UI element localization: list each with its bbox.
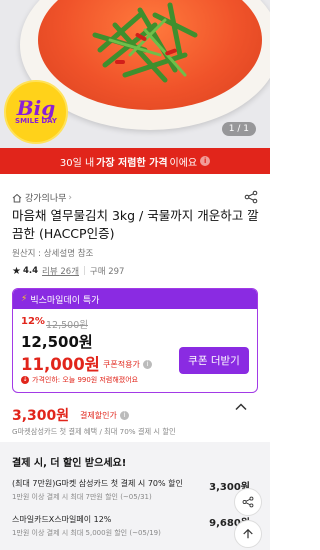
lowest-price-notice[interactable]: 30일 내 가장 저렴한 가격 이에요 i [0, 148, 270, 174]
chevron-up-icon[interactable] [234, 400, 248, 414]
seller-link[interactable]: 강가의나무 › [12, 191, 72, 204]
notice-bold: 가장 저렴한 가격 [96, 157, 168, 169]
chevron-right-icon: › [68, 192, 73, 203]
scroll-top-button[interactable] [234, 520, 262, 548]
product-title: 마음채 열무물김치 3kg / 국물까지 개운하고 깔끔한 (HACCP인증) [12, 208, 259, 241]
kimchi-greens-image [92, 2, 198, 83]
payment-benefit-panel: 결제 시, 더 할인 받으세요! (최대 7만원)G마켓 삼성카드 첫 결제 시… [0, 442, 270, 550]
benefit-row[interactable]: 스마일카드X스마일페이 12% 1만원 이상 결제 시 최대 5,000원 할인… [12, 514, 262, 538]
info-icon[interactable]: i [200, 156, 211, 166]
divider: | [83, 266, 86, 276]
get-coupon-button[interactable]: 쿠폰 더받기 [179, 347, 249, 374]
notice-suffix: 이에요 [169, 157, 198, 169]
seller-name: 강가의나무 [25, 194, 67, 204]
arrow-up-icon [243, 528, 253, 539]
purchase-count: 구매 297 [89, 267, 125, 277]
promo-header: ⚡ 빅스마일데이 특가 [13, 289, 257, 309]
lightning-icon: ⚡ [21, 294, 28, 304]
rating-score: 4.4 [22, 266, 39, 276]
share-icon [242, 496, 254, 508]
benefit-title: 결제 시, 더 할인 받으세요! [12, 458, 127, 469]
card-discount-sub: G마켓삼성카드 첫 결제 혜택 / 최대 70% 결제 시 할인 [12, 427, 176, 436]
share-icon[interactable] [244, 190, 258, 204]
rating-row[interactable]: ★ 4.4 리뷰 26개 | 구매 297 [12, 265, 125, 278]
down-arrow-icon: ↓ [21, 376, 29, 384]
discount-percent: 12% [21, 316, 45, 327]
image-pager: 1 / 1 [221, 122, 256, 136]
floating-share-button[interactable] [234, 488, 262, 516]
star-icon: ★ [12, 265, 21, 277]
coupon-price-label[interactable]: 쿠폰적용가 i [103, 359, 152, 370]
price-drop-alert: ↓ 가격인하: 오늘 990원 저렴해졌어요 [21, 376, 139, 384]
benefit-row[interactable]: (최대 7만원)G마켓 삼성카드 첫 결제 시 70% 할인 1만원 이상 결제… [12, 478, 262, 502]
info-icon[interactable]: i [142, 360, 152, 369]
promo-card: ⚡ 빅스마일데이 특가 12% 12,500원 12,500원 11,000원 … [12, 288, 258, 393]
product-origin: 원산지 : 상세설명 참조 [12, 249, 94, 259]
store-icon [12, 193, 22, 202]
original-price: 12,500원 [46, 320, 88, 331]
coupon-price: 11,000원 [21, 355, 100, 374]
review-count[interactable]: 리뷰 26개 [42, 265, 79, 277]
sale-price: 12,500원 [21, 333, 93, 351]
promo-header-label: 빅스마일데이 특가 [30, 295, 100, 306]
info-icon[interactable]: i [119, 411, 129, 420]
card-discount-price: 3,300원 [12, 408, 70, 424]
notice-prefix: 30일 내 [59, 157, 95, 169]
big-smile-day-badge: Big SMILE DAY [4, 80, 68, 144]
product-image[interactable]: Big SMILE DAY 1 / 1 [0, 0, 270, 148]
card-discount-label[interactable]: 결제할인가 i [80, 410, 129, 421]
